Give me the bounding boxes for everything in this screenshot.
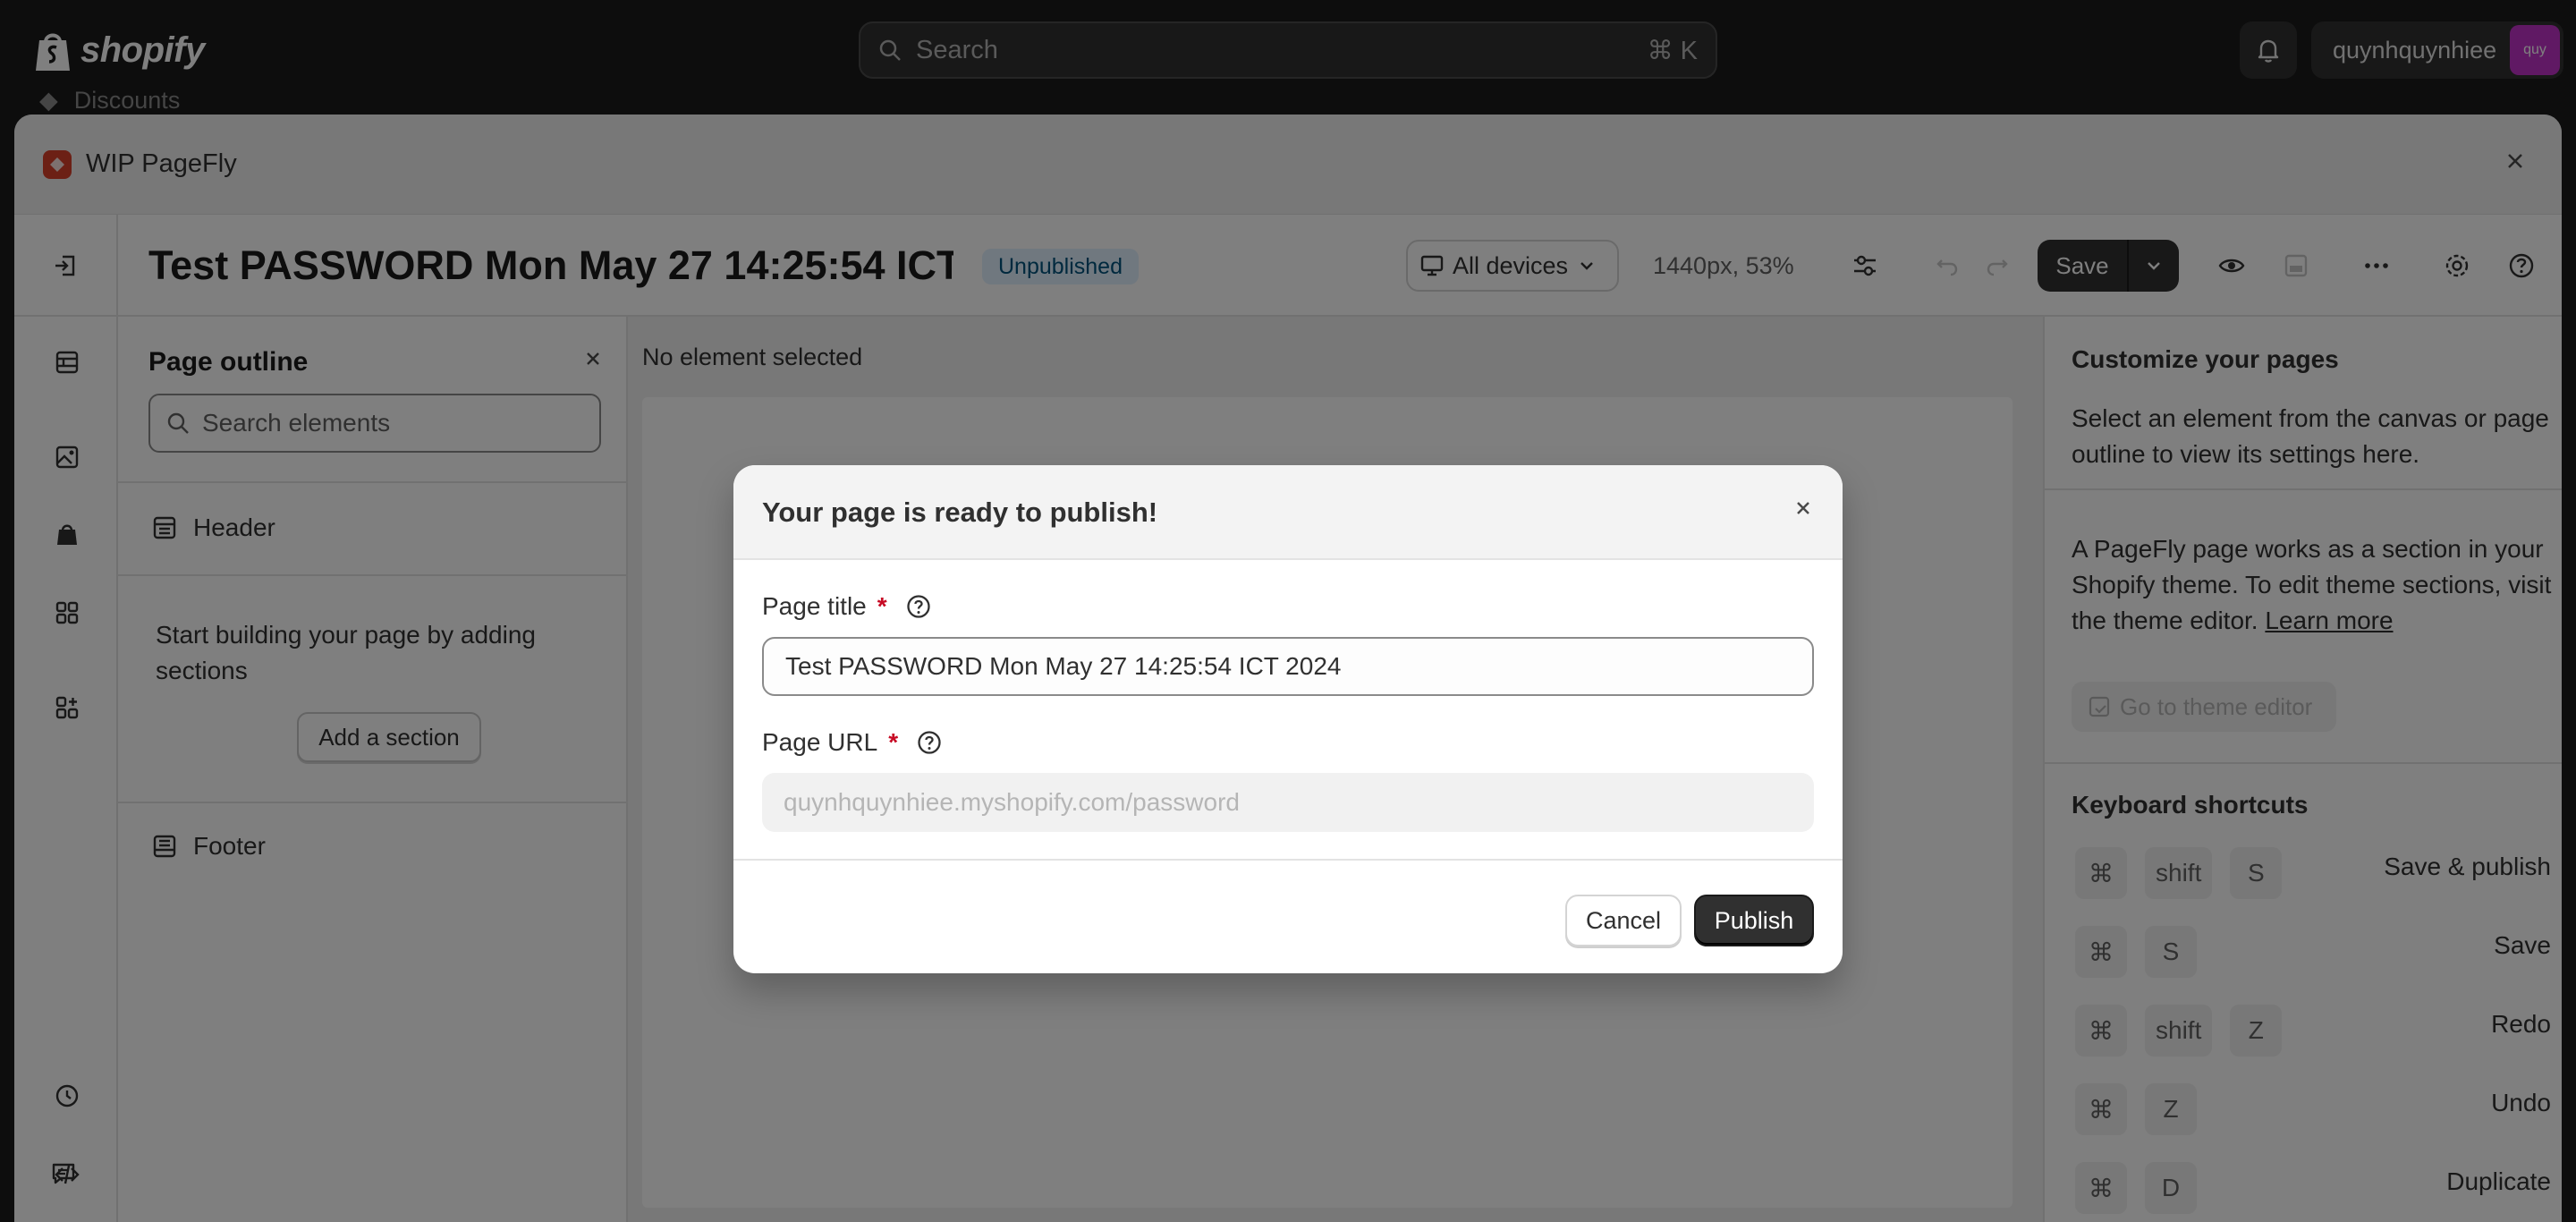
dialog-header: Your page is ready to publish! <box>733 465 1843 560</box>
page-title-label-text: Page title <box>762 592 867 620</box>
page-title-input[interactable]: Test PASSWORD Mon May 27 14:25:54 ICT 20… <box>762 637 1814 696</box>
page-url-label-text: Page URL <box>762 728 878 756</box>
cancel-button[interactable]: Cancel <box>1565 895 1682 946</box>
close-dialog-icon[interactable] <box>1792 497 1814 523</box>
help-icon[interactable] <box>916 729 943 756</box>
required-mark: * <box>888 728 899 756</box>
dialog-footer: Cancel Publish <box>733 859 1843 973</box>
help-icon[interactable] <box>905 593 932 620</box>
page-url-input[interactable]: quynhquynhiee.myshopify.com/password <box>762 773 1814 832</box>
page-url-label: Page URL * <box>762 728 943 757</box>
page-title-label: Page title * <box>762 592 932 621</box>
publish-button[interactable]: Publish <box>1694 895 1814 946</box>
publish-dialog: Your page is ready to publish! Page titl… <box>733 465 1843 973</box>
required-mark: * <box>877 592 887 620</box>
dialog-title: Your page is ready to publish! <box>762 496 1158 528</box>
